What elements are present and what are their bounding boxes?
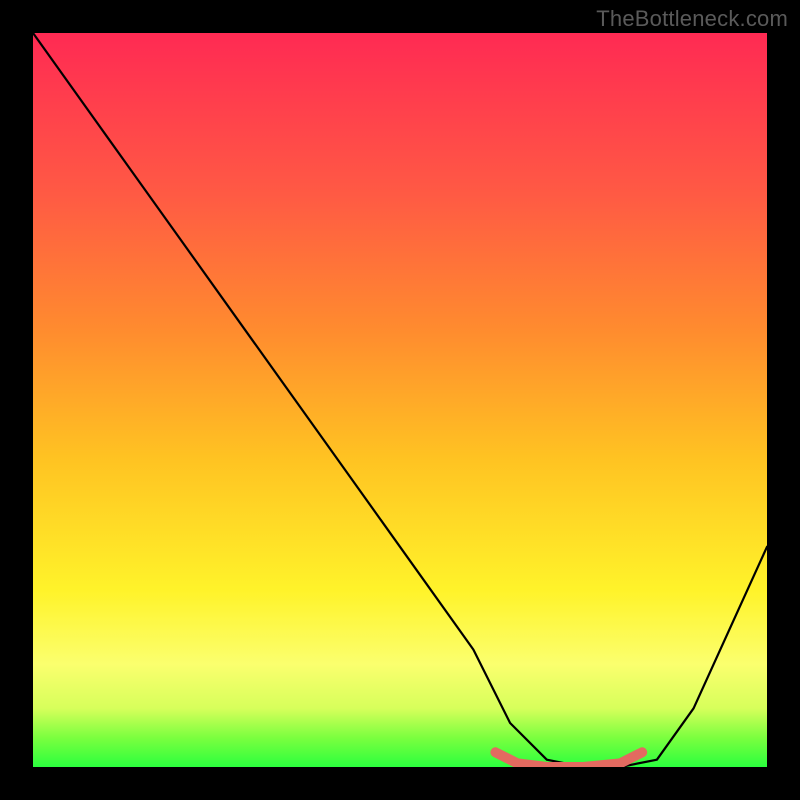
bottleneck-curve-line [33,33,767,767]
chart-frame: TheBottleneck.com [0,0,800,800]
bottleneck-curve-svg [33,33,767,767]
optimal-band-marker [495,752,642,767]
plot-area [33,33,767,767]
watermark-label: TheBottleneck.com [596,6,788,32]
